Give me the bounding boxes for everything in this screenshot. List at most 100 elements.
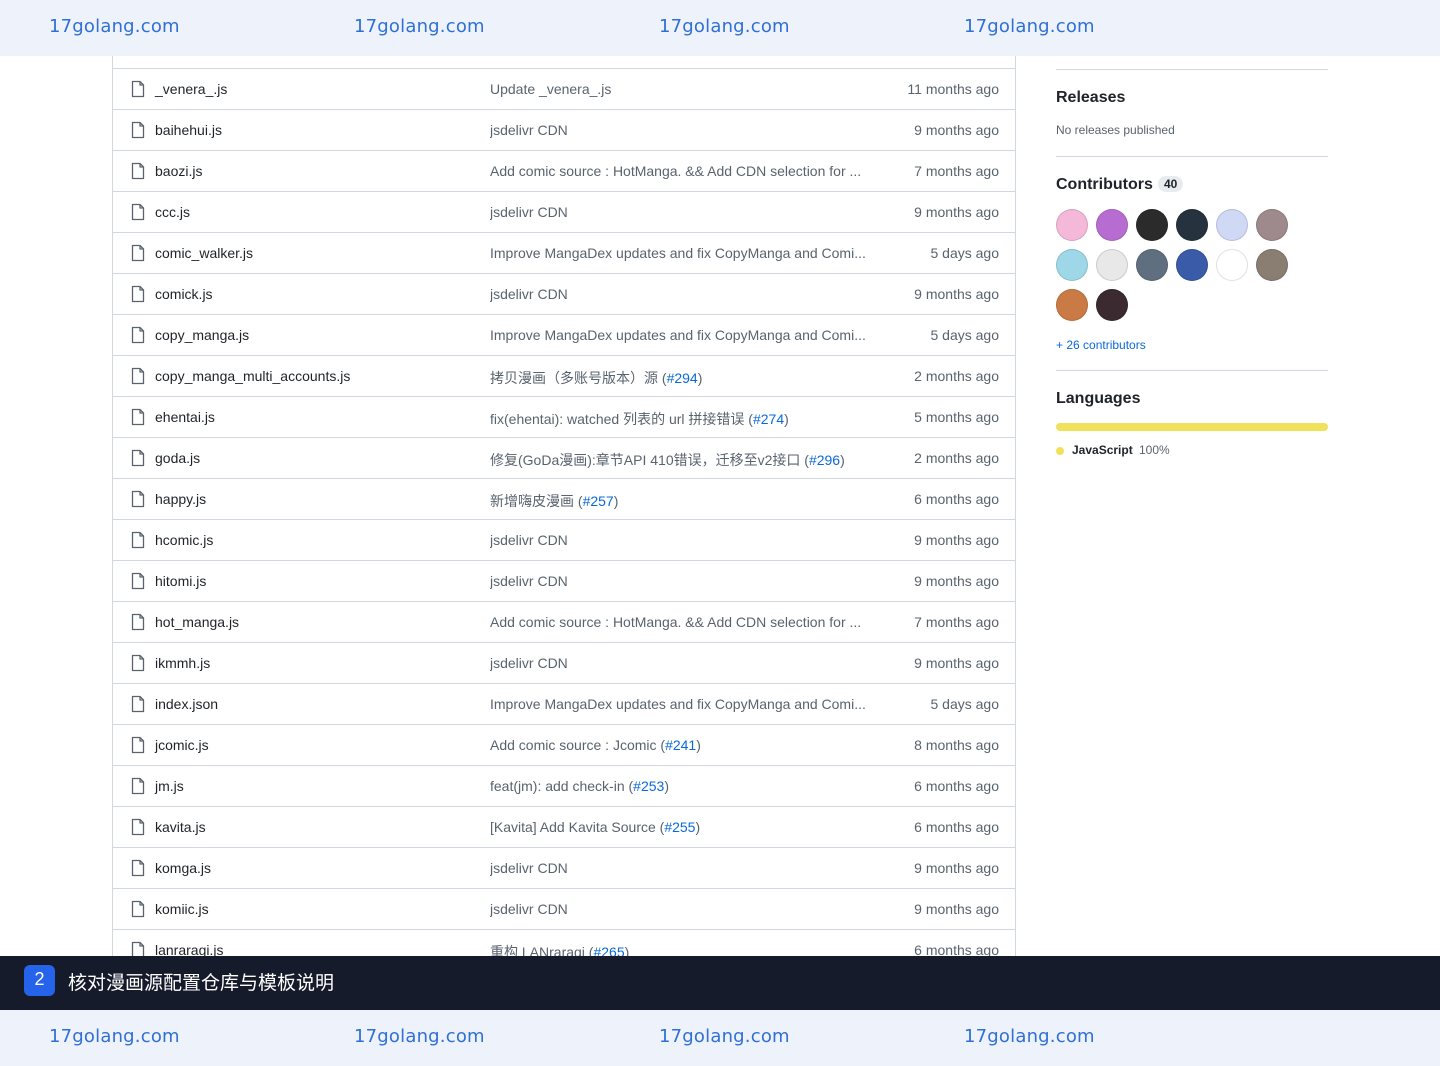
commit-time[interactable]: 9 months ago — [914, 204, 999, 220]
table-row[interactable]: copy_manga_multi_accounts.js 拷贝漫画（多账号版本）源… — [113, 355, 1015, 396]
contributors-heading[interactable]: Contributors — [1056, 176, 1153, 194]
contributor-avatar[interactable] — [1256, 249, 1288, 281]
table-row[interactable]: baihehui.js jsdelivr CDN 9 months ago — [113, 109, 1015, 150]
table-row[interactable]: baozi.js Add comic source : HotManga. && … — [113, 150, 1015, 191]
contributor-avatar[interactable] — [1256, 209, 1288, 241]
commit-time[interactable]: 9 months ago — [914, 901, 999, 917]
commit-time[interactable]: 7 months ago — [914, 163, 999, 179]
commit-time[interactable]: 9 months ago — [914, 655, 999, 671]
table-row[interactable]: ikmmh.js jsdelivr CDN 9 months ago — [113, 642, 1015, 683]
commit-time[interactable]: 6 months ago — [914, 819, 999, 835]
issue-link[interactable]: #241 — [665, 737, 696, 753]
commit-time[interactable]: 2 months ago — [914, 368, 999, 384]
more-contributors-link[interactable]: + 26 contributors — [1056, 338, 1146, 352]
commit-message-link[interactable]: Add comic source : Jcomic (#241) — [490, 737, 876, 753]
issue-link[interactable]: #296 — [809, 452, 840, 468]
commit-message-link[interactable]: 修复(GoDa漫画):章节API 410错误，迁移至v2接口 (#296) — [490, 450, 876, 470]
file-name-link[interactable]: copy_manga_multi_accounts.js — [155, 368, 350, 384]
table-row[interactable]: jm.js feat(jm): add check-in (#253) 6 mont… — [113, 765, 1015, 806]
commit-message-link[interactable]: Update _venera_.js — [490, 81, 876, 97]
commit-message-link[interactable]: Add comic source : HotManga. && Add CDN … — [490, 614, 876, 630]
commit-message-link[interactable]: [Kavita] Add Kavita Source (#255) — [490, 819, 876, 835]
commit-time[interactable]: 6 months ago — [914, 491, 999, 507]
contributor-avatar[interactable] — [1056, 289, 1088, 321]
commit-time[interactable]: 6 months ago — [914, 778, 999, 794]
file-name-link[interactable]: kavita.js — [155, 819, 206, 835]
commit-time[interactable]: 9 months ago — [914, 286, 999, 302]
commit-message-link[interactable]: 拷贝漫画（多账号版本）源 (#294) — [490, 368, 876, 388]
commit-message-link[interactable]: jsdelivr CDN — [490, 204, 876, 220]
commit-message-link[interactable]: jsdelivr CDN — [490, 860, 876, 876]
table-row[interactable]: hcomic.js jsdelivr CDN 9 months ago — [113, 519, 1015, 560]
commit-message-link[interactable]: jsdelivr CDN — [490, 573, 876, 589]
contributor-avatar[interactable] — [1096, 249, 1128, 281]
table-row[interactable]: ccc.js jsdelivr CDN 9 months ago — [113, 191, 1015, 232]
commit-message-link[interactable]: Improve MangaDex updates and fix CopyMan… — [490, 327, 876, 343]
commit-message-link[interactable]: 新增嗨皮漫画 (#257) — [490, 491, 876, 511]
commit-time[interactable]: 5 months ago — [914, 409, 999, 425]
language-name[interactable]: JavaScript — [1072, 443, 1133, 457]
table-row[interactable]: comic_walker.js Improve MangaDex updates … — [113, 232, 1015, 273]
commit-time[interactable]: 5 days ago — [931, 696, 1000, 712]
contributor-avatar[interactable] — [1176, 249, 1208, 281]
file-name-link[interactable]: ehentai.js — [155, 409, 215, 425]
commit-message-link[interactable]: jsdelivr CDN — [490, 286, 876, 302]
table-row[interactable]: komga.js jsdelivr CDN 9 months ago — [113, 847, 1015, 888]
contributor-avatar[interactable] — [1216, 249, 1248, 281]
contributor-avatar[interactable] — [1136, 209, 1168, 241]
commit-time[interactable]: 5 days ago — [931, 245, 1000, 261]
file-name-link[interactable]: komiic.js — [155, 901, 209, 917]
file-name-link[interactable]: comick.js — [155, 286, 213, 302]
file-name-link[interactable]: _venera_.js — [155, 81, 227, 97]
file-name-link[interactable]: goda.js — [155, 450, 200, 466]
file-name-link[interactable]: komga.js — [155, 860, 211, 876]
commit-message-link[interactable]: Add comic source : HotManga. && Add CDN … — [490, 163, 876, 179]
commit-time[interactable]: 5 days ago — [931, 327, 1000, 343]
contributor-avatar[interactable] — [1176, 209, 1208, 241]
file-name-link[interactable]: baihehui.js — [155, 122, 222, 138]
file-name-link[interactable]: index.json — [155, 696, 218, 712]
releases-heading[interactable]: Releases — [1056, 89, 1125, 107]
file-name-link[interactable]: happy.js — [155, 491, 206, 507]
commit-time[interactable]: 2 months ago — [914, 450, 999, 466]
file-name-link[interactable]: comic_walker.js — [155, 245, 253, 261]
file-name-link[interactable]: copy_manga.js — [155, 327, 249, 343]
commit-time[interactable]: 7 months ago — [914, 614, 999, 630]
issue-link[interactable]: #294 — [667, 370, 698, 386]
issue-link[interactable]: #253 — [633, 778, 664, 794]
table-row[interactable]: _venera_.js Update _venera_.js 11 months a… — [113, 68, 1015, 109]
table-row[interactable]: goda.js 修复(GoDa漫画):章节API 410错误，迁移至v2接口 (#… — [113, 437, 1015, 478]
commit-message-link[interactable]: Improve MangaDex updates and fix CopyMan… — [490, 245, 876, 261]
table-row[interactable]: comick.js jsdelivr CDN 9 months ago — [113, 273, 1015, 314]
table-row[interactable]: happy.js 新增嗨皮漫画 (#257) 6 months ago — [113, 478, 1015, 519]
file-name-link[interactable]: ikmmh.js — [155, 655, 210, 671]
commit-time[interactable]: 11 months ago — [907, 81, 999, 97]
contributor-avatar[interactable] — [1216, 209, 1248, 241]
commit-message-link[interactable]: jsdelivr CDN — [490, 655, 876, 671]
contributor-avatar[interactable] — [1056, 249, 1088, 281]
file-name-link[interactable]: jm.js — [155, 778, 184, 794]
commit-time[interactable]: 9 months ago — [914, 122, 999, 138]
file-name-link[interactable]: ccc.js — [155, 204, 190, 220]
file-name-link[interactable]: hcomic.js — [155, 532, 213, 548]
commit-message-link[interactable]: jsdelivr CDN — [490, 122, 876, 138]
table-row[interactable]: kavita.js [Kavita] Add Kavita Source (#25… — [113, 806, 1015, 847]
file-name-link[interactable]: baozi.js — [155, 163, 202, 179]
contributor-avatar[interactable] — [1096, 289, 1128, 321]
file-name-link[interactable]: jcomic.js — [155, 737, 209, 753]
issue-link[interactable]: #257 — [583, 493, 614, 509]
file-name-link[interactable]: hitomi.js — [155, 573, 206, 589]
contributor-avatar[interactable] — [1136, 249, 1168, 281]
commit-time[interactable]: 8 months ago — [914, 737, 999, 753]
table-row[interactable]: hitomi.js jsdelivr CDN 9 months ago — [113, 560, 1015, 601]
table-row[interactable]: hot_manga.js Add comic source : HotManga.… — [113, 601, 1015, 642]
table-row[interactable]: komiic.js jsdelivr CDN 9 months ago — [113, 888, 1015, 929]
commit-time[interactable]: 9 months ago — [914, 532, 999, 548]
commit-message-link[interactable]: jsdelivr CDN — [490, 901, 876, 917]
issue-link[interactable]: #274 — [753, 411, 784, 427]
commit-message-link[interactable]: Improve MangaDex updates and fix CopyMan… — [490, 696, 876, 712]
commit-message-link[interactable]: fix(ehentai): watched 列表的 url 拼接错误 (#274… — [490, 409, 876, 429]
table-row[interactable]: copy_manga.js Improve MangaDex updates an… — [113, 314, 1015, 355]
commit-message-link[interactable]: jsdelivr CDN — [490, 532, 876, 548]
commit-message-link[interactable]: feat(jm): add check-in (#253) — [490, 778, 876, 794]
